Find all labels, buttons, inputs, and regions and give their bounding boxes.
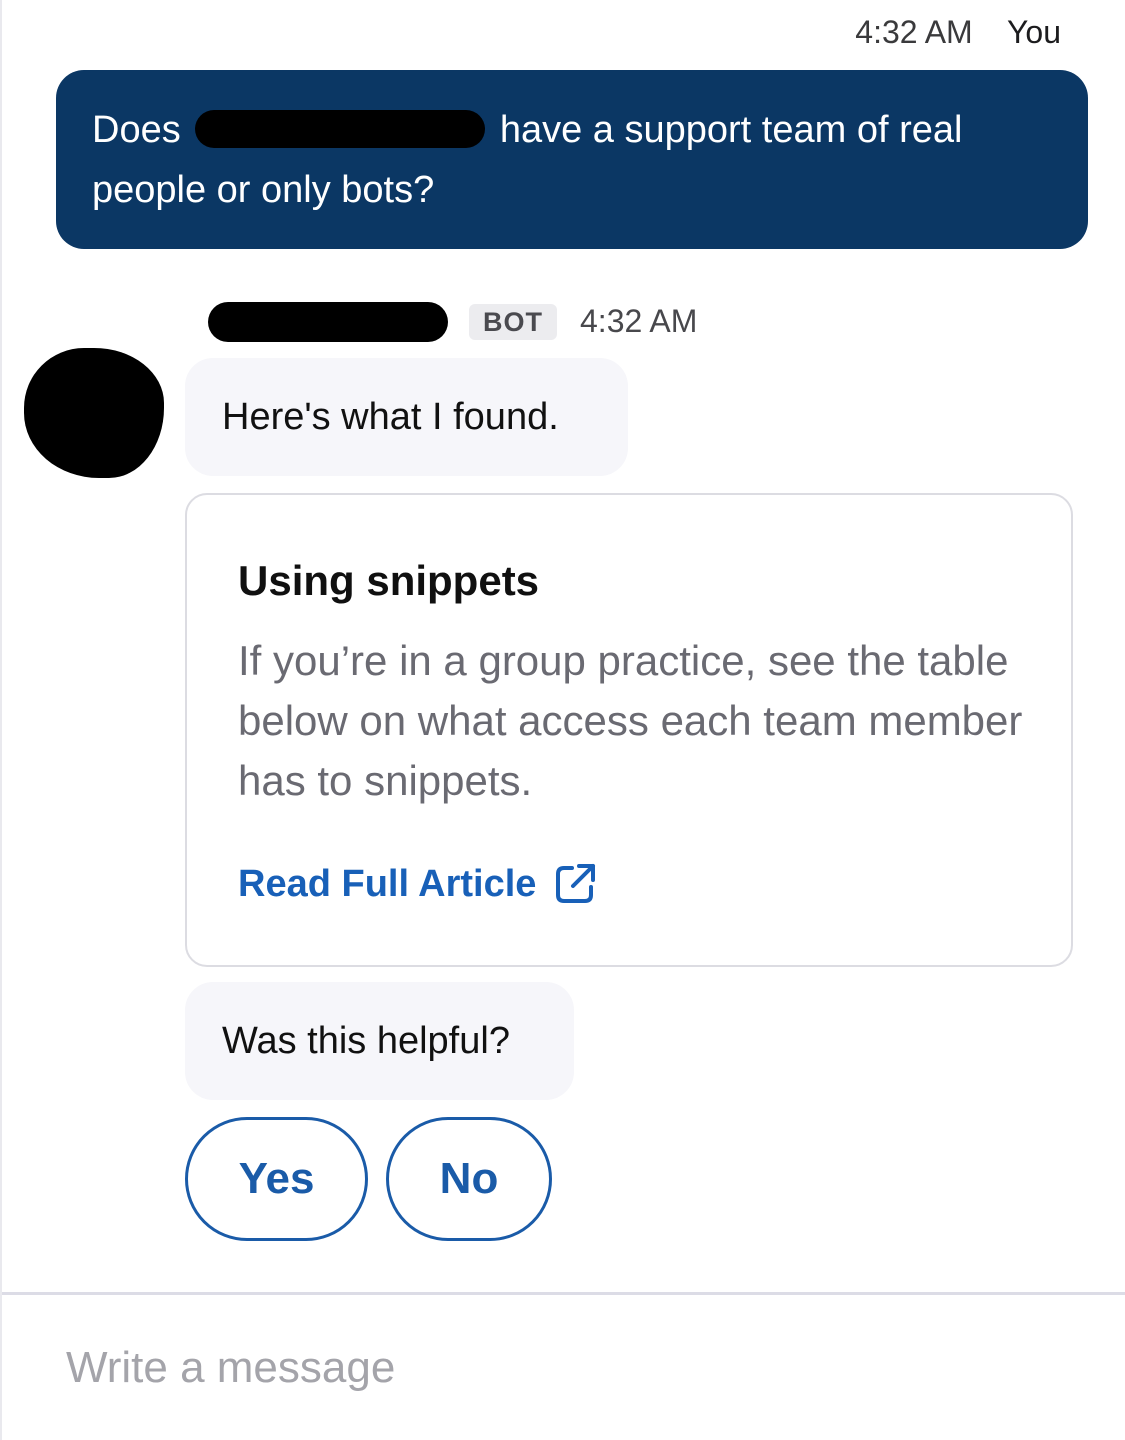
read-full-article-link[interactable]: Read Full Article	[238, 861, 598, 907]
redacted-company-name	[195, 110, 486, 148]
article-title: Using snippets	[238, 557, 540, 604]
bot-message-helpful: Was this helpful?	[185, 982, 574, 1100]
bot-message-time: 4:32 AM	[580, 303, 698, 339]
bot-avatar-redacted	[24, 348, 164, 478]
bot-message-found: Here's what I found.	[185, 358, 628, 476]
user-message-bubble: Does have a support team of real people …	[56, 70, 1088, 249]
user-message-author: You	[1007, 14, 1061, 50]
user-message-text-start: Does	[92, 109, 181, 151]
feedback-no-button[interactable]: No	[386, 1117, 552, 1241]
redacted-bot-name	[208, 302, 448, 342]
message-input[interactable]	[66, 1318, 1066, 1418]
bot-badge: BOT	[469, 304, 557, 340]
user-message-meta: 4:32 AM You	[855, 14, 1061, 51]
feedback-yes-button[interactable]: Yes	[185, 1117, 368, 1241]
external-link-icon	[552, 861, 598, 907]
article-excerpt: If you’re in a group practice, see the t…	[238, 637, 1023, 804]
composer-divider	[2, 1292, 1125, 1295]
article-card[interactable]: Using snippets If you’re in a group prac…	[185, 493, 1073, 967]
chat-window: 4:32 AM You Does have a support team of …	[0, 0, 1125, 1440]
user-message-time: 4:32 AM	[855, 14, 973, 50]
read-full-article-label: Read Full Article	[238, 862, 537, 905]
